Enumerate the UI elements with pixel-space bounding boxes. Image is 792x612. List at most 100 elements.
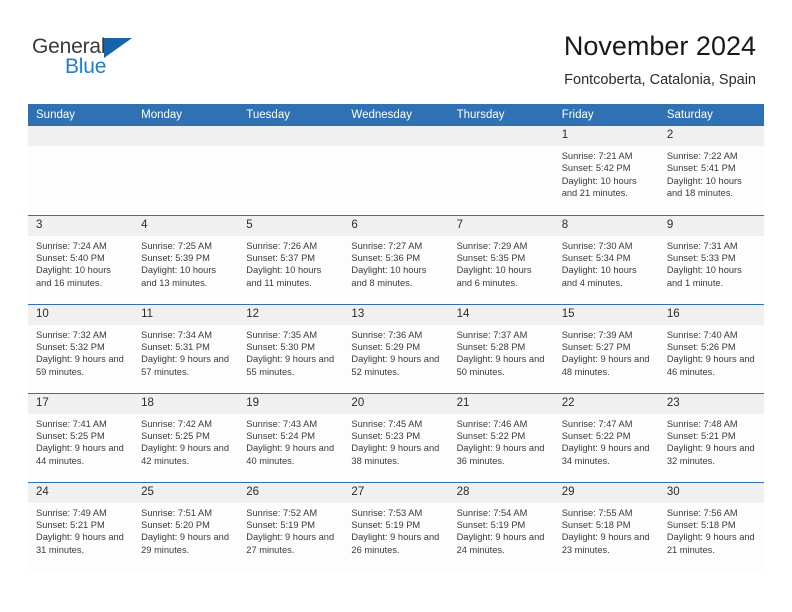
day-number: 8 [553, 215, 659, 236]
calendar-day-cell[interactable]: 14 Sunrise: 7:37 AM Sunset: 5:28 PM Dayligh… [448, 303, 554, 393]
day-number: 1 [553, 126, 659, 146]
sunset-text: Sunset: 5:21 PM [666, 430, 736, 441]
day-sun-info: Sunrise: 7:32 AM Sunset: 5:32 PM Daylight:… [28, 325, 133, 379]
sunrise-text: Sunrise: 7:22 AM [666, 151, 738, 161]
daylight-text: Daylight: 9 hours and 26 minutes. [351, 532, 440, 555]
calendar-day-cell[interactable]: 21 Sunrise: 7:46 AM Sunset: 5:22 PM Dayligh… [448, 392, 554, 482]
sunrise-text: Sunrise: 7:32 AM [36, 329, 107, 340]
calendar-day-cell[interactable]: 19 Sunrise: 7:43 AM Sunset: 5:24 PM Dayligh… [238, 392, 344, 482]
day-sun-info: Sunrise: 7:26 AM Sunset: 5:37 PM Daylight:… [238, 236, 343, 290]
day-number: 9 [658, 215, 764, 236]
day-sun-info: Sunrise: 7:34 AM Sunset: 5:31 PM Daylight:… [133, 325, 238, 379]
calendar-day-cell[interactable]: 5 Sunrise: 7:26 AM Sunset: 5:37 PM Daylight… [238, 214, 344, 304]
calendar-day-cell[interactable]: 20 Sunrise: 7:45 AM Sunset: 5:23 PM Dayligh… [343, 392, 449, 482]
sunrise-text: Sunrise: 7:46 AM [456, 418, 528, 429]
sunrise-text: Sunrise: 7:55 AM [561, 507, 633, 518]
daylight-text: Daylight: 10 hours and 21 minutes. [561, 175, 637, 199]
daylight-text: Daylight: 9 hours and 52 minutes. [351, 354, 440, 377]
sunrise-text: Sunrise: 7:41 AM [36, 418, 107, 429]
calendar-day-cell[interactable]: 10 Sunrise: 7:32 AM Sunset: 5:32 PM Dayligh… [28, 303, 134, 393]
calendar-page: General Blue November 2024 Fontcoberta, … [0, 0, 792, 612]
day-sun-info: Sunrise: 7:43 AM Sunset: 5:24 PM Daylight:… [238, 414, 343, 468]
calendar-week-row: 10 Sunrise: 7:32 AM Sunset: 5:32 PM Dayligh… [28, 303, 764, 393]
daylight-text: Daylight: 10 hours and 1 minute. [666, 265, 742, 288]
calendar-day-cell[interactable]: 9 Sunrise: 7:31 AM Sunset: 5:33 PM Daylight… [658, 214, 764, 304]
calendar-day-cell[interactable]: 6 Sunrise: 7:27 AM Sunset: 5:36 PM Daylight… [343, 214, 449, 304]
sunrise-text: Sunrise: 7:54 AM [456, 507, 528, 518]
day-number: 13 [343, 304, 449, 325]
calendar-day-cell[interactable]: 18 Sunrise: 7:42 AM Sunset: 5:25 PM Dayligh… [133, 392, 239, 482]
calendar-day-cell[interactable]: 24 Sunrise: 7:49 AM Sunset: 5:21 PM Dayligh… [28, 481, 134, 571]
calendar-day-cell[interactable]: 7 Sunrise: 7:29 AM Sunset: 5:35 PM Daylight… [448, 214, 554, 304]
day-number: 20 [343, 393, 449, 414]
sunset-text: Sunset: 5:36 PM [351, 252, 421, 263]
sunset-text: Sunset: 5:40 PM [36, 252, 105, 263]
day-number: 28 [448, 482, 554, 503]
calendar-day-cell[interactable]: 17 Sunrise: 7:41 AM Sunset: 5:25 PM Dayligh… [28, 392, 134, 482]
calendar-day-cell[interactable]: 11 Sunrise: 7:34 AM Sunset: 5:31 PM Dayligh… [133, 303, 239, 393]
sunset-text: Sunset: 5:18 PM [666, 519, 736, 530]
calendar-day-cell[interactable]: 29 Sunrise: 7:55 AM Sunset: 5:18 PM Dayligh… [553, 481, 659, 571]
sunset-text: Sunset: 5:41 PM [666, 163, 736, 174]
sunrise-text: Sunrise: 7:51 AM [141, 507, 212, 518]
sunset-text: Sunset: 5:25 PM [36, 430, 105, 441]
day-number: 27 [343, 482, 449, 503]
daylight-text: Daylight: 9 hours and 42 minutes. [141, 443, 229, 466]
sunset-text: Sunset: 5:22 PM [561, 430, 631, 441]
calendar-week-row: 17 Sunrise: 7:41 AM Sunset: 5:25 PM Dayligh… [28, 392, 764, 482]
day-number [238, 126, 344, 146]
day-number: 11 [133, 304, 239, 325]
day-sun-info: Sunrise: 7:52 AM Sunset: 5:19 PM Daylight:… [238, 503, 343, 557]
day-sun-info: Sunrise: 7:30 AM Sunset: 5:34 PM Daylight:… [554, 236, 659, 290]
calendar-cell-empty [133, 126, 239, 215]
daylight-text: Daylight: 10 hours and 18 minutes. [666, 175, 742, 199]
calendar-day-cell[interactable]: 16 Sunrise: 7:40 AM Sunset: 5:26 PM Dayligh… [658, 303, 764, 393]
sunrise-text: Sunrise: 7:31 AM [666, 240, 738, 251]
calendar-day-cell[interactable]: 23 Sunrise: 7:48 AM Sunset: 5:21 PM Dayligh… [658, 392, 764, 482]
sunrise-text: Sunrise: 7:24 AM [36, 240, 107, 251]
calendar-table: Sunday Monday Tuesday Wednesday Thursday Frid… [28, 104, 764, 571]
calendar-cell-empty [343, 126, 449, 215]
sunrise-text: Sunrise: 7:34 AM [141, 329, 212, 340]
day-number: 2 [658, 126, 764, 146]
calendar-day-cell[interactable]: 3 Sunrise: 7:24 AM Sunset: 5:40 PM Daylight… [28, 214, 134, 304]
sunrise-text: Sunrise: 7:52 AM [246, 507, 318, 518]
daylight-text: Daylight: 9 hours and 34 minutes. [561, 443, 650, 466]
daylight-text: Daylight: 10 hours and 4 minutes. [561, 265, 637, 288]
sunrise-text: Sunrise: 7:49 AM [36, 507, 107, 518]
calendar-day-cell[interactable]: 15 Sunrise: 7:39 AM Sunset: 5:27 PM Dayligh… [553, 303, 659, 393]
calendar-day-cell[interactable]: 8 Sunrise: 7:30 AM Sunset: 5:34 PM Daylight… [553, 214, 659, 304]
sunset-text: Sunset: 5:21 PM [36, 519, 105, 530]
sunset-text: Sunset: 5:42 PM [561, 163, 631, 174]
calendar-day-cell[interactable]: 25 Sunrise: 7:51 AM Sunset: 5:20 PM Dayligh… [133, 481, 239, 571]
day-number [448, 126, 554, 146]
calendar-day-cell[interactable]: 28 Sunrise: 7:54 AM Sunset: 5:19 PM Dayligh… [448, 481, 554, 571]
sunrise-text: Sunrise: 7:43 AM [246, 418, 318, 429]
calendar-cell-empty [238, 126, 344, 215]
day-number: 3 [28, 215, 134, 236]
calendar-day-cell[interactable]: 13 Sunrise: 7:36 AM Sunset: 5:29 PM Dayligh… [343, 303, 449, 393]
calendar-day-cell[interactable]: 27 Sunrise: 7:53 AM Sunset: 5:19 PM Dayligh… [343, 481, 449, 571]
calendar-day-cell[interactable]: 12 Sunrise: 7:35 AM Sunset: 5:30 PM Dayligh… [238, 303, 344, 393]
day-sun-info: Sunrise: 7:53 AM Sunset: 5:19 PM Daylight:… [343, 503, 448, 557]
sunset-text: Sunset: 5:26 PM [666, 341, 736, 352]
sunrise-text: Sunrise: 7:37 AM [456, 329, 528, 340]
day-number: 18 [133, 393, 239, 414]
sunset-text: Sunset: 5:29 PM [351, 341, 421, 352]
sunrise-text: Sunrise: 7:42 AM [141, 418, 212, 429]
brand-logo[interactable]: General Blue [32, 30, 147, 86]
calendar-day-cell[interactable]: 30 Sunrise: 7:56 AM Sunset: 5:18 PM Dayligh… [658, 481, 764, 571]
calendar-day-cell[interactable]: 2 Sunrise: 7:22 AM Sunset: 5:41 PM Daylight… [658, 126, 764, 215]
calendar-day-cell[interactable]: 22 Sunrise: 7:47 AM Sunset: 5:22 PM Dayligh… [553, 392, 659, 482]
calendar-day-cell[interactable]: 1 Sunrise: 7:21 AM Sunset: 5:42 PM Daylight… [553, 126, 659, 215]
sunrise-text: Sunrise: 7:40 AM [666, 329, 738, 340]
day-sun-info: Sunrise: 7:55 AM Sunset: 5:18 PM Daylight:… [554, 503, 659, 557]
day-number: 6 [343, 215, 449, 236]
day-sun-info: Sunrise: 7:42 AM Sunset: 5:25 PM Daylight:… [133, 414, 238, 468]
title-block: November 2024 Fontcoberta, Catalonia, Sp… [564, 30, 756, 90]
calendar-header-row: Sunday Monday Tuesday Wednesday Thursday Frid… [28, 104, 764, 126]
calendar-day-cell[interactable]: 4 Sunrise: 7:25 AM Sunset: 5:39 PM Daylight… [133, 214, 239, 304]
calendar-day-cell[interactable]: 26 Sunrise: 7:52 AM Sunset: 5:19 PM Dayligh… [238, 481, 344, 571]
sunset-text: Sunset: 5:24 PM [246, 430, 316, 441]
day-sun-info: Sunrise: 7:39 AM Sunset: 5:27 PM Daylight:… [554, 325, 659, 379]
